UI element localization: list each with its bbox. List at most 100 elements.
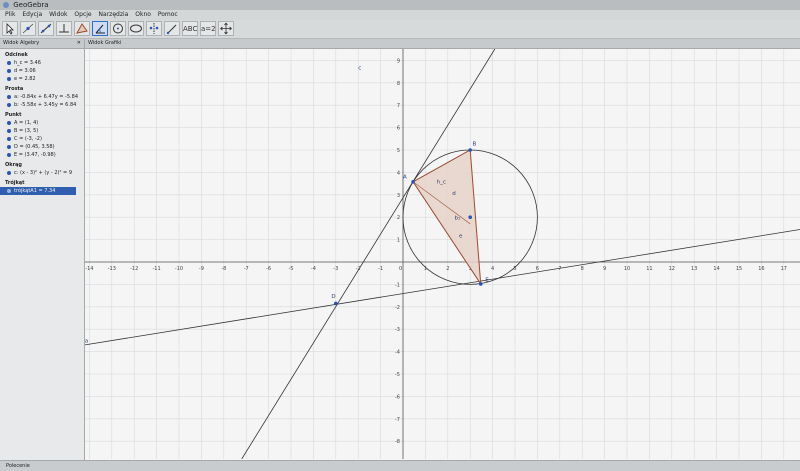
algebra-object[interactable]: c: (x - 3)² + (y - 2)² = 9 (0, 169, 84, 177)
algebra-object-label: A = (1, 4) (14, 120, 39, 126)
x-tick-label: -5 (289, 266, 294, 272)
ellipse-tool-icon[interactable] (128, 21, 144, 36)
point-center (468, 215, 473, 219)
visibility-toggle-icon[interactable] (7, 120, 11, 125)
close-icon[interactable]: ✕ (77, 39, 81, 48)
x-tick-label: 16 (758, 266, 764, 272)
y-tick-label: 4 (397, 170, 400, 176)
x-tick-label: -10 (175, 266, 183, 272)
point-a (411, 180, 415, 184)
polygon-tool-icon[interactable] (74, 21, 90, 36)
x-tick-label: -3 (333, 266, 338, 272)
y-tick-label: -4 (395, 350, 400, 356)
algebra-view: Widok Algebry ✕ Odcinek h_c = 3.46 d = 3.0… (0, 39, 85, 460)
angle-tool-icon[interactable] (92, 21, 108, 36)
circle-tool-icon[interactable] (110, 21, 126, 36)
object-label: E (485, 278, 489, 284)
algebra-object[interactable]: a: -0.84x + 6.47y = -5.84 (0, 93, 84, 101)
menu-bar: Plik Edycja Widok Opcje Narzędzia Okno P… (0, 10, 800, 20)
toolbar: ABC a=2 (0, 20, 800, 39)
algebra-category[interactable]: Prosta (0, 83, 84, 93)
algebra-object[interactable]: h_c = 3.46 (0, 59, 84, 67)
menu-edit[interactable]: Edycja (22, 11, 42, 18)
y-tick-label: -3 (395, 327, 400, 333)
y-tick-label: 8 (397, 81, 400, 87)
move-view-tool-icon[interactable] (218, 21, 234, 36)
visibility-toggle-icon[interactable] (7, 76, 11, 81)
visibility-toggle-icon[interactable] (7, 68, 11, 73)
title-bar: GeoGebra (0, 0, 800, 10)
point-c (334, 301, 338, 306)
object-label: a (85, 339, 88, 345)
graphics-view-header: Widok Grafiki (85, 39, 800, 49)
menu-options[interactable]: Opcje (74, 11, 91, 18)
y-tick-label: -6 (395, 394, 400, 400)
reflect-tool-icon[interactable] (146, 21, 162, 36)
menu-tools[interactable]: Narzędzia (99, 11, 129, 18)
algebra-object[interactable]: D = (0.45, 3.58) (0, 143, 84, 151)
pointer-tool-icon[interactable] (2, 21, 18, 36)
line-tool-icon[interactable] (38, 21, 54, 36)
object-label: b₁ (455, 215, 461, 221)
algebra-object-label: h_c = 3.46 (14, 60, 41, 66)
algebra-category[interactable]: Punkt (0, 109, 84, 119)
visibility-toggle-icon[interactable] (7, 60, 11, 65)
input-bar[interactable]: Polecenie (0, 460, 800, 471)
visibility-toggle-icon[interactable] (7, 136, 11, 141)
visibility-toggle-icon[interactable] (7, 170, 11, 175)
algebra-object-list: Odcinek h_c = 3.46 d = 3.06 e = 2.82 Prosta a… (0, 49, 84, 195)
algebra-object-label: trójkątA1 = 7.34 (14, 188, 56, 194)
x-tick-label: 15 (736, 266, 742, 272)
x-tick-label: -8 (221, 266, 226, 272)
x-tick-label: 14 (713, 266, 719, 272)
algebra-object-label: e = 2.82 (14, 76, 36, 82)
text-tool-icon[interactable]: ABC (182, 21, 198, 36)
point-e (478, 282, 483, 286)
algebra-object[interactable]: d = 3.06 (0, 67, 84, 75)
algebra-category[interactable]: Trójkąt (0, 177, 84, 187)
visibility-toggle-icon[interactable] (7, 152, 11, 157)
slider-tool-icon[interactable]: a=2 (200, 21, 216, 36)
algebra-object[interactable]: E = (3.47, -0.98) (0, 151, 84, 159)
algebra-object[interactable]: B = (3, 5) (0, 127, 84, 135)
graphics-canvas[interactable]: -14 -13 -12 -11 -10 -9 -8 -7 -6 -5 -4 -3 -2 -1 1 2 3 4 5 6 7… (85, 49, 800, 459)
x-tick-label: -6 (266, 266, 271, 272)
algebra-category[interactable]: Okrąg (0, 159, 84, 169)
x-tick-label: 17 (781, 266, 787, 272)
x-tick-label: 2 (446, 266, 449, 272)
algebra-object-label: E = (3.47, -0.98) (14, 152, 56, 158)
x-tick-label: -4 (311, 266, 316, 272)
algebra-category[interactable]: Odcinek (0, 49, 84, 59)
visibility-toggle-icon[interactable] (7, 144, 11, 149)
point-tool-icon[interactable] (20, 21, 36, 36)
algebra-object[interactable]: trójkątA1 = 7.34 (0, 187, 76, 195)
menu-file[interactable]: Plik (5, 11, 15, 18)
algebra-object[interactable]: e = 2.82 (0, 75, 84, 83)
x-tick-label: 6 (536, 266, 539, 272)
object-label: B (472, 142, 476, 148)
algebra-object[interactable]: b: -5.58x + 3.45y = 6.84 (0, 101, 84, 109)
visibility-toggle-icon[interactable] (7, 102, 11, 107)
visibility-toggle-icon[interactable] (7, 94, 11, 99)
algebra-object[interactable]: A = (1, 4) (0, 119, 84, 127)
x-tick-label: 4 (491, 266, 494, 272)
y-tick-label: 5 (397, 148, 400, 154)
y-tick-label: 9 (397, 58, 400, 64)
object-label: A (403, 174, 407, 180)
x-tick-label: 10 (624, 266, 630, 272)
x-tick-label: -11 (153, 266, 161, 272)
menu-help[interactable]: Pomoc (158, 11, 178, 18)
perpendicular-tool-icon[interactable] (56, 21, 72, 36)
visibility-toggle-icon[interactable] (7, 128, 11, 133)
algebra-object-label: B = (3, 5) (14, 128, 39, 134)
algebra-view-title: Widok Algebry (3, 40, 40, 46)
rotate-tool-icon[interactable] (164, 21, 180, 36)
object-label: c (358, 65, 361, 71)
y-tick-label: -8 (395, 439, 400, 445)
menu-view[interactable]: Widok (49, 11, 67, 18)
algebra-object[interactable]: C = (-3, -2) (0, 135, 84, 143)
menu-window[interactable]: Okno (135, 11, 151, 18)
algebra-view-header: Widok Algebry ✕ (0, 39, 84, 49)
object-label: D (331, 294, 335, 300)
visibility-toggle-icon[interactable] (7, 188, 11, 193)
